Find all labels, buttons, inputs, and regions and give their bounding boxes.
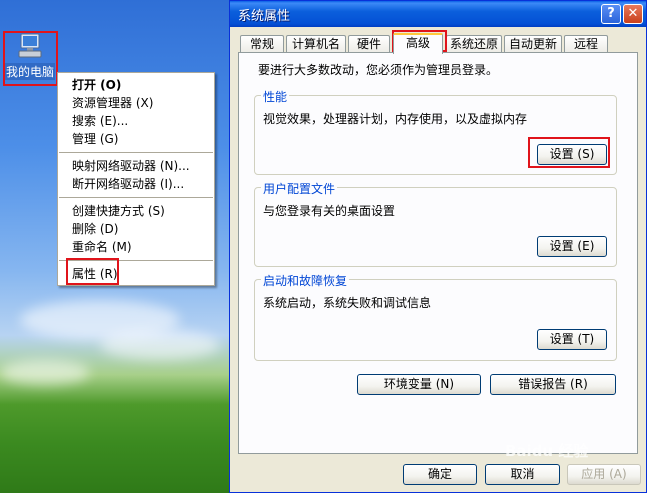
- watermark: Baidu 经验: [505, 442, 589, 460]
- menu-item-search[interactable]: 搜索 (E)...: [58, 112, 214, 130]
- performance-desc: 视觉效果，处理器计划，内存使用，以及虚拟内存: [263, 112, 528, 126]
- admin-notice: 要进行大多数改动，您必须作为管理员登录。: [258, 63, 499, 77]
- startup-recovery-legend: 启动和故障恢复: [261, 272, 350, 289]
- group-user-profiles: 用户配置文件 与您登录有关的桌面设置 设置 (E): [254, 180, 617, 267]
- group-startup-recovery: 启动和故障恢复 系统启动，系统失败和调试信息 设置 (T): [254, 272, 617, 361]
- user-profiles-settings-button[interactable]: 设置 (E): [537, 236, 607, 257]
- menu-separator: [59, 152, 213, 153]
- context-menu: 打开 (O) 资源管理器 (X) 搜索 (E)... 管理 (G) 映射网络驱动…: [57, 72, 215, 286]
- help-button[interactable]: ?: [601, 4, 621, 24]
- apply-button[interactable]: 应用 (A): [567, 464, 641, 485]
- computer-icon: [15, 33, 45, 59]
- menu-item-map-drive[interactable]: 映射网络驱动器 (N)...: [58, 157, 214, 175]
- ok-button[interactable]: 确定: [403, 464, 477, 485]
- tab-panel-advanced: 要进行大多数改动，您必须作为管理员登录。 性能 视觉效果，处理器计划，内存使用，…: [238, 52, 638, 454]
- tab-advanced[interactable]: 高级: [393, 33, 443, 54]
- performance-legend: 性能: [261, 88, 290, 105]
- user-profiles-desc: 与您登录有关的桌面设置: [263, 204, 396, 218]
- tab-automatic-updates[interactable]: 自动更新: [504, 35, 562, 53]
- menu-item-create-shortcut[interactable]: 创建快捷方式 (S): [58, 202, 214, 220]
- my-computer-icon[interactable]: 我的电脑: [3, 31, 57, 85]
- system-properties-window: 系统属性 ? ✕ 常规 计算机名 硬件 高级 系统还原 自动更新 远程 要进行大…: [229, 0, 647, 493]
- tab-computer-name[interactable]: 计算机名: [286, 35, 346, 53]
- menu-item-explorer[interactable]: 资源管理器 (X): [58, 94, 214, 112]
- user-profiles-legend: 用户配置文件: [261, 180, 338, 197]
- group-performance: 性能 视觉效果，处理器计划，内存使用，以及虚拟内存 设置 (S): [254, 88, 617, 175]
- startup-recovery-desc: 系统启动，系统失败和调试信息: [263, 296, 432, 310]
- my-computer-label: 我的电脑: [4, 63, 55, 80]
- tab-remote[interactable]: 远程: [564, 35, 608, 53]
- error-reporting-button[interactable]: 错误报告 (R): [490, 374, 616, 395]
- menu-item-disconnect-drive[interactable]: 断开网络驱动器 (I)...: [58, 175, 214, 193]
- environment-variables-button[interactable]: 环境变量 (N): [357, 374, 481, 395]
- menu-item-delete[interactable]: 删除 (D): [58, 220, 214, 238]
- window-title: 系统属性: [238, 9, 291, 24]
- menu-item-manage[interactable]: 管理 (G): [58, 130, 214, 148]
- tab-hardware[interactable]: 硬件: [348, 35, 390, 53]
- menu-item-rename[interactable]: 重命名 (M): [58, 238, 214, 256]
- cancel-button[interactable]: 取消: [485, 464, 560, 485]
- tab-general[interactable]: 常规: [240, 35, 284, 53]
- menu-item-open[interactable]: 打开 (O): [58, 76, 214, 94]
- menu-separator: [59, 197, 213, 198]
- startup-recovery-settings-button[interactable]: 设置 (T): [537, 329, 607, 350]
- close-button[interactable]: ✕: [623, 4, 643, 24]
- title-bar[interactable]: 系统属性 ? ✕: [230, 1, 646, 27]
- menu-item-properties[interactable]: 属性 (R): [58, 265, 214, 283]
- tab-system-restore[interactable]: 系统还原: [446, 35, 502, 53]
- menu-separator: [59, 260, 213, 261]
- performance-settings-button[interactable]: 设置 (S): [537, 144, 607, 165]
